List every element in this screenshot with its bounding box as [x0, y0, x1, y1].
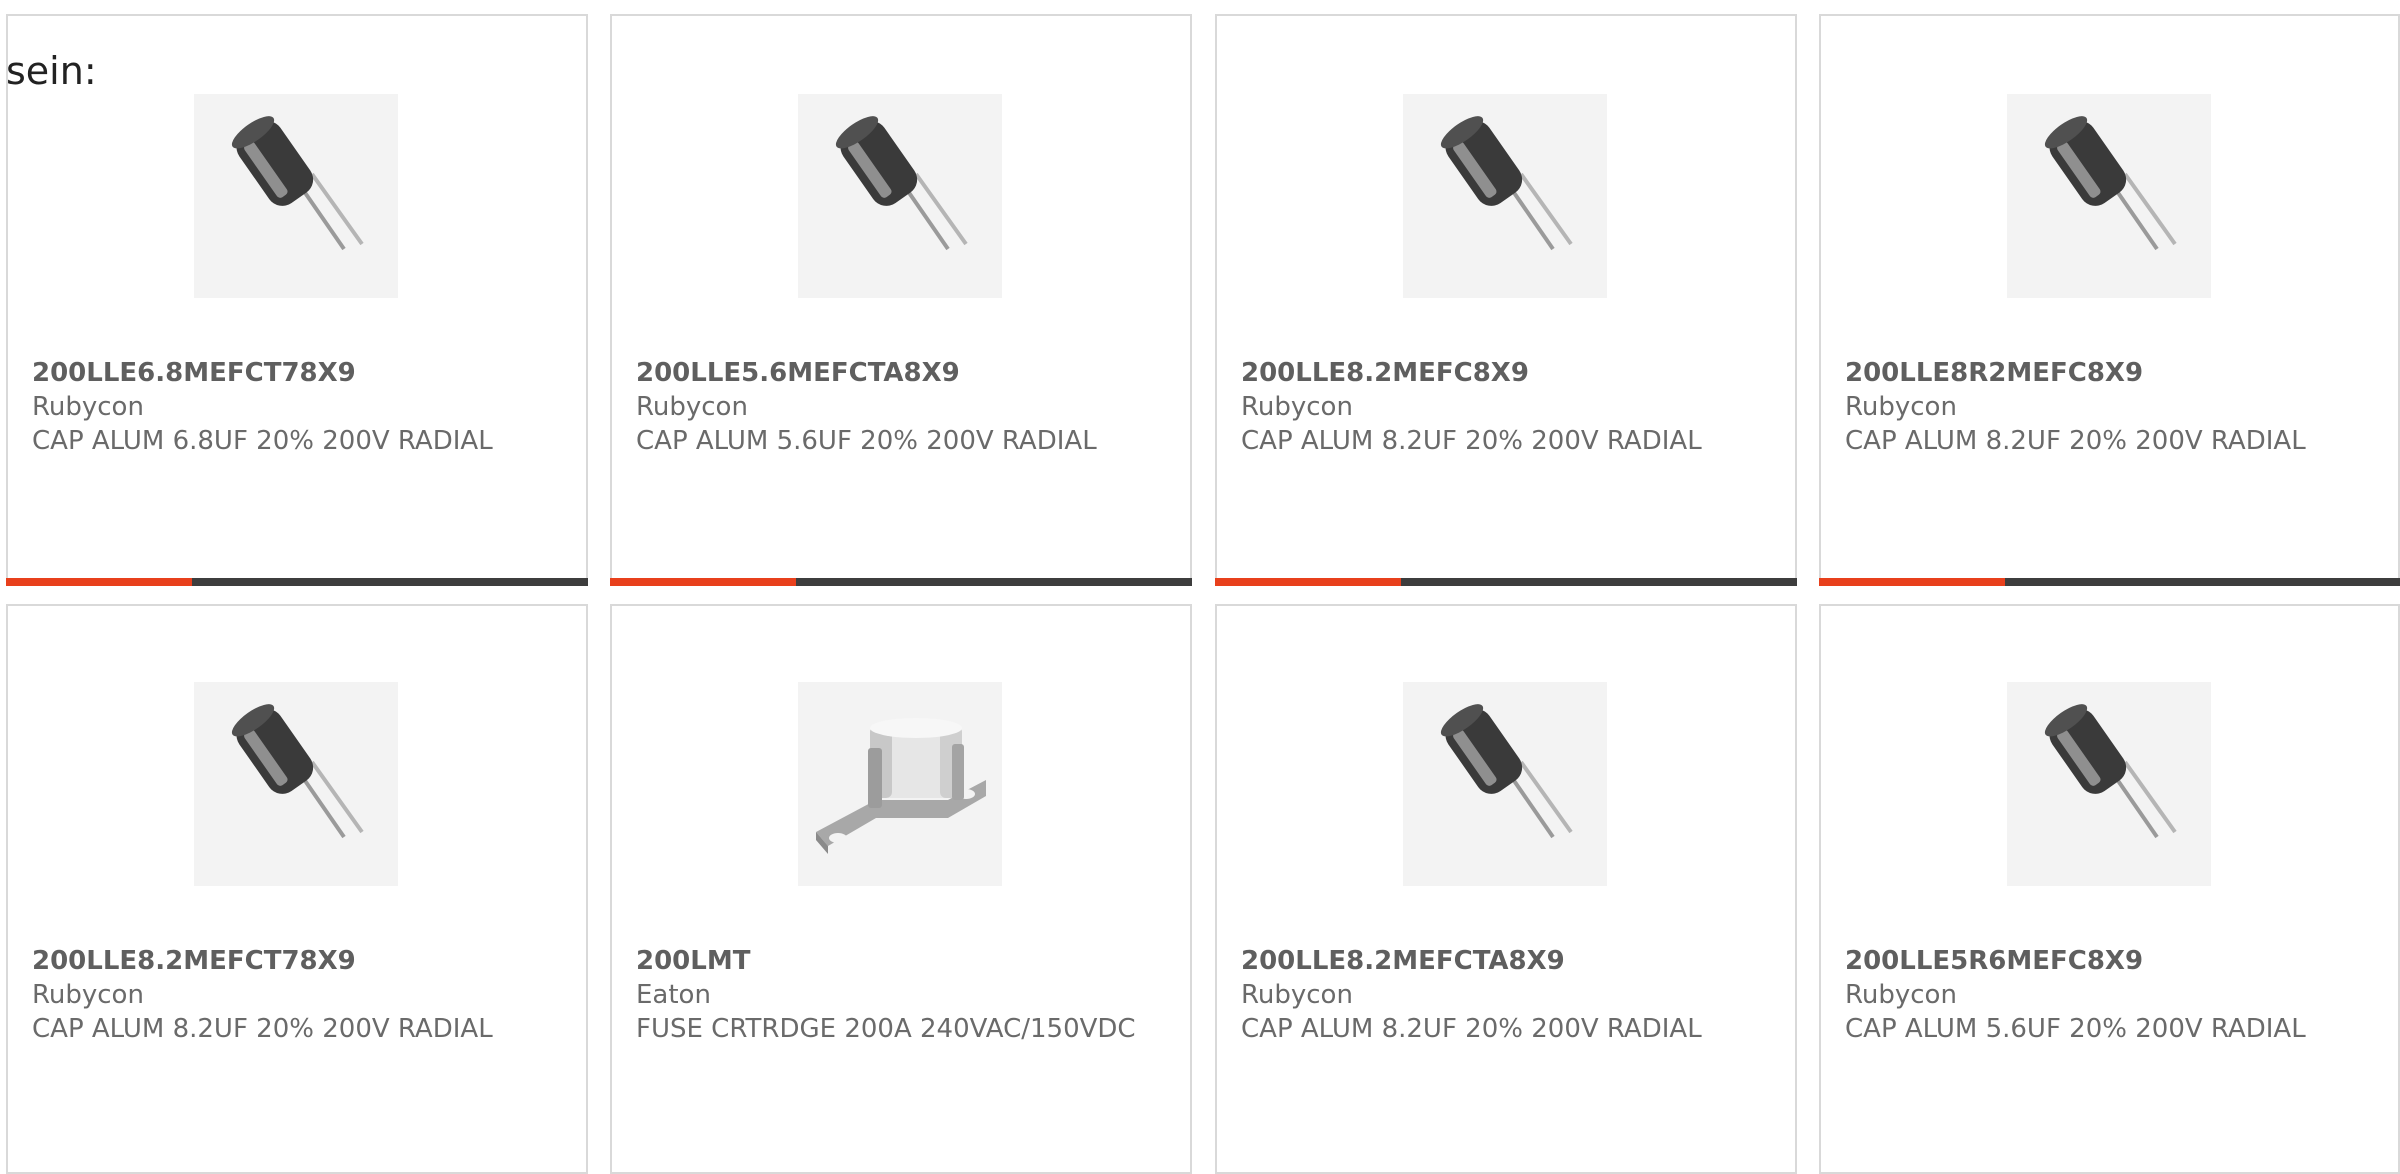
- radial-capacitor-icon: [1440, 116, 1573, 251]
- part-number[interactable]: 200LMT: [636, 944, 1170, 978]
- description: CAP ALUM 8.2UF 20% 200V RADIAL: [1241, 1014, 1702, 1044]
- product-image: [798, 94, 1002, 298]
- product-info: 200LLE8.2MEFCTA8X9 Rubycon CAP ALUM 8.2U…: [1241, 944, 1775, 1046]
- product-card[interactable]: 200LLE8.2MEFCT78X9 Rubycon CAP ALUM 8.2U…: [6, 604, 588, 1174]
- part-number[interactable]: 200LLE8.2MEFCTA8X9: [1241, 944, 1775, 978]
- description: CAP ALUM 8.2UF 20% 200V RADIAL: [1241, 426, 1702, 456]
- product-image: [194, 682, 398, 886]
- radial-capacitor-icon: [231, 704, 364, 839]
- product-info: 200LLE8.2MEFC8X9 Rubycon CAP ALUM 8.2UF …: [1241, 356, 1775, 458]
- manufacturer: Rubycon: [1845, 980, 1957, 1010]
- product-card[interactable]: 200LMT Eaton FUSE CRTRDGE 200A 240VAC/15…: [610, 604, 1192, 1174]
- product-image: [1403, 682, 1607, 886]
- radial-capacitor-icon: [1440, 704, 1573, 839]
- part-number[interactable]: 200LLE8.2MEFCT78X9: [32, 944, 566, 978]
- progress-bar: [6, 578, 588, 586]
- product-image: [2007, 682, 2211, 886]
- product-info: 200LMT Eaton FUSE CRTRDGE 200A 240VAC/15…: [636, 944, 1170, 1046]
- radial-capacitor-icon: [835, 116, 968, 251]
- part-number[interactable]: 200LLE5.6MEFCTA8X9: [636, 356, 1170, 390]
- cartridge-fuse-icon: [816, 718, 986, 854]
- product-card[interactable]: 200LLE5R6MEFC8X9 Rubycon CAP ALUM 5.6UF …: [1819, 604, 2400, 1174]
- progress-bar-fill: [610, 578, 797, 586]
- progress-bar: [610, 578, 1192, 586]
- product-info: 200LLE6.8MEFCT78X9 Rubycon CAP ALUM 6.8U…: [32, 356, 566, 458]
- part-number[interactable]: 200LLE6.8MEFCT78X9: [32, 356, 566, 390]
- progress-bar: [1819, 578, 2400, 586]
- product-info: 200LLE5R6MEFC8X9 Rubycon CAP ALUM 5.6UF …: [1845, 944, 2378, 1046]
- manufacturer: Rubycon: [636, 392, 748, 422]
- product-card[interactable]: 200LLE5.6MEFCTA8X9 Rubycon CAP ALUM 5.6U…: [610, 14, 1192, 586]
- manufacturer: Rubycon: [32, 980, 144, 1010]
- radial-capacitor-icon: [231, 116, 364, 251]
- product-info: 200LLE8R2MEFC8X9 Rubycon CAP ALUM 8.2UF …: [1845, 356, 2378, 458]
- product-card[interactable]: 200LLE8R2MEFC8X9 Rubycon CAP ALUM 8.2UF …: [1819, 14, 2400, 586]
- part-number[interactable]: 200LLE5R6MEFC8X9: [1845, 944, 2378, 978]
- part-number[interactable]: 200LLE8.2MEFC8X9: [1241, 356, 1775, 390]
- description: CAP ALUM 5.6UF 20% 200V RADIAL: [1845, 1014, 2306, 1044]
- product-card[interactable]: 200LLE6.8MEFCT78X9 Rubycon CAP ALUM 6.8U…: [6, 14, 588, 586]
- description: CAP ALUM 6.8UF 20% 200V RADIAL: [32, 426, 493, 456]
- product-info: 200LLE5.6MEFCTA8X9 Rubycon CAP ALUM 5.6U…: [636, 356, 1170, 458]
- radial-capacitor-icon: [2044, 116, 2177, 251]
- manufacturer: Rubycon: [1241, 980, 1353, 1010]
- lead-text: sein:: [6, 49, 97, 93]
- product-card[interactable]: 200LLE8.2MEFC8X9 Rubycon CAP ALUM 8.2UF …: [1215, 14, 1797, 586]
- manufacturer: Eaton: [636, 980, 711, 1010]
- part-number[interactable]: 200LLE8R2MEFC8X9: [1845, 356, 2378, 390]
- manufacturer: Rubycon: [1241, 392, 1353, 422]
- product-image: [1403, 94, 1607, 298]
- product-image: [2007, 94, 2211, 298]
- description: CAP ALUM 8.2UF 20% 200V RADIAL: [32, 1014, 493, 1044]
- progress-bar-fill: [1819, 578, 2005, 586]
- manufacturer: Rubycon: [1845, 392, 1957, 422]
- radial-capacitor-icon: [2044, 704, 2177, 839]
- manufacturer: Rubycon: [32, 392, 144, 422]
- product-image: [798, 682, 1002, 886]
- progress-bar-fill: [1215, 578, 1402, 586]
- product-info: 200LLE8.2MEFCT78X9 Rubycon CAP ALUM 8.2U…: [32, 944, 566, 1046]
- description: CAP ALUM 8.2UF 20% 200V RADIAL: [1845, 426, 2306, 456]
- progress-bar: [1215, 578, 1797, 586]
- product-image: [194, 94, 398, 298]
- description: FUSE CRTRDGE 200A 240VAC/150VDC: [636, 1014, 1136, 1044]
- description: CAP ALUM 5.6UF 20% 200V RADIAL: [636, 426, 1097, 456]
- product-card[interactable]: 200LLE8.2MEFCTA8X9 Rubycon CAP ALUM 8.2U…: [1215, 604, 1797, 1174]
- product-grid: 200LLE6.8MEFCT78X9 Rubycon CAP ALUM 6.8U…: [0, 0, 2400, 1174]
- progress-bar-fill: [6, 578, 193, 586]
